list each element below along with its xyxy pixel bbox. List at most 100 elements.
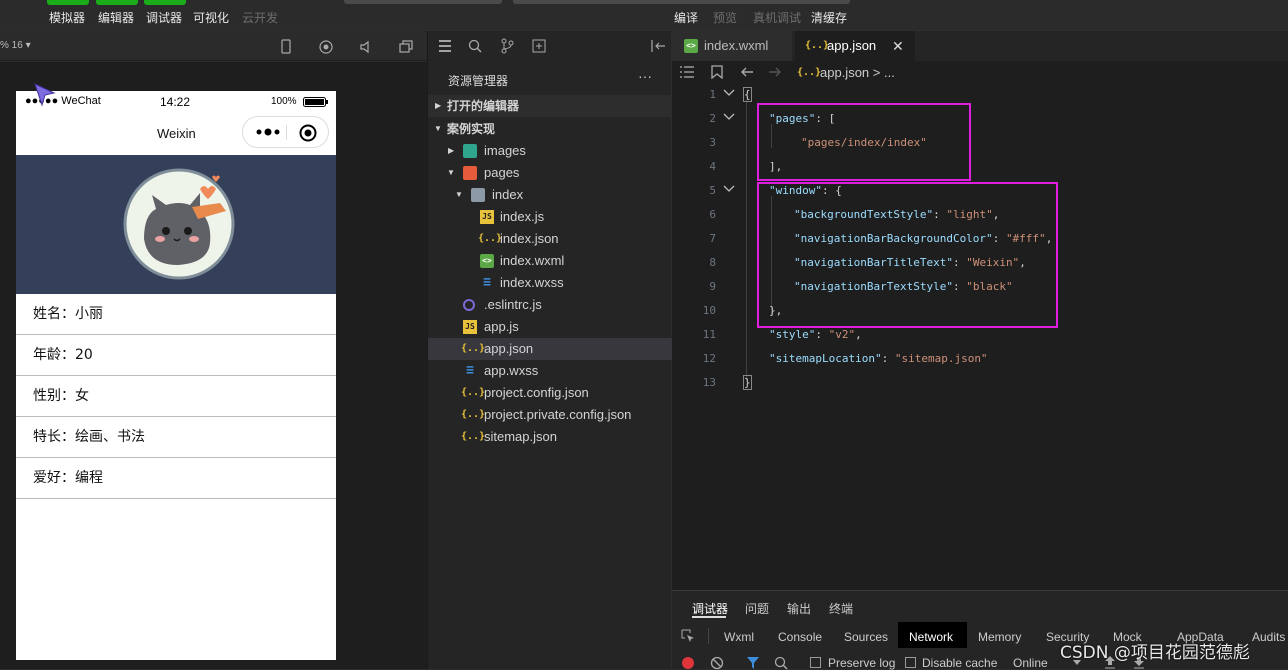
close-target-icon[interactable] [298,123,318,143]
tree-item-eslintrc[interactable]: .eslintrc.js [428,294,672,316]
tab-memory[interactable]: Memory [978,630,1021,644]
preview-button[interactable]: 预览 [713,9,737,26]
tree-item-project-config[interactable]: {..} project.config.json [428,382,672,404]
search-icon[interactable] [468,39,482,53]
line-number: 2 [709,112,716,125]
tree-item-label: pages [484,165,520,180]
open-editors-section[interactable]: ▶ 打开的编辑器 [428,95,672,117]
tree-item-index-js[interactable]: JS index.js [428,206,672,228]
code-editor[interactable]: 1 2 3 4 5 6 7 8 9 10 11 12 13 { "pages":… [672,84,1288,590]
source-control-icon[interactable] [500,38,514,54]
info-row-name: 姓名：小丽 [16,294,336,335]
tree-item-index-json[interactable]: {..} index.json [428,228,672,250]
tree-item-label: index [492,187,524,202]
fold-chevron-icon[interactable] [723,184,735,194]
fold-chevron-icon[interactable] [723,88,735,98]
visualize-button[interactable]: 可视化 [193,9,229,26]
phone-screen: ●●●●● WeChat 14:22 100% Weixin 姓名：小丽 年龄：… [16,83,336,660]
simulator-toolbar: % 16 ▾ [0,31,427,61]
active-tab-indicator [692,616,726,618]
explorer-more-button[interactable]: ··· [638,68,652,84]
tab-sources[interactable]: Sources [844,630,888,644]
tree-item-app-js[interactable]: JS app.js [428,316,672,338]
simulator-button[interactable]: 模拟器 [49,9,85,26]
breadcrumb[interactable]: app.json > ... [820,65,895,80]
tab-network[interactable]: Network [909,630,953,644]
tree-item-index-wxss[interactable]: ≡ index.wxss [428,272,672,294]
folder-icon [471,188,485,202]
volume-icon[interactable] [358,39,374,55]
line-number: 8 [709,256,716,269]
debugger-button[interactable]: 调试器 [146,9,182,26]
tree-item-index-wxml[interactable]: <> index.wxml [428,250,672,272]
tree-item-project-private-config[interactable]: {..} project.private.config.json [428,404,672,426]
json-file-icon: {..} [461,409,486,420]
tab-console[interactable]: Console [778,630,822,644]
project-section[interactable]: ▼ 案例实现 [428,118,672,140]
bookmark-icon[interactable] [711,65,723,79]
code-line-13: } [743,375,752,390]
inspect-element-icon[interactable] [681,629,695,643]
explorer-title: 资源管理器 [448,74,509,88]
filter-icon[interactable] [746,656,760,670]
tree-item-pages[interactable]: ▼ pages [428,162,672,184]
line-number: 11 [702,328,716,341]
eslint-file-icon [463,299,475,311]
tree-item-images[interactable]: ▶ images [428,140,672,162]
tab-app-json[interactable]: {..} app.json ✕ [795,31,915,61]
zoom-select[interactable]: % 16 ▾ [0,40,31,51]
preserve-log-label: Preserve log [828,656,896,670]
expanded-arrow-icon: ▼ [434,124,442,133]
forward-arrow-icon[interactable] [768,66,782,78]
real-debug-button[interactable]: 真机调试 [753,9,801,26]
tree-item-app-json[interactable]: {..} app.json [428,338,672,360]
json-file-icon: {..} [797,67,822,78]
info-row-skill: 特长：绘画、书法 [16,417,336,458]
window-icon[interactable] [398,39,414,55]
phone-icon[interactable] [279,39,293,55]
tab-wxml[interactable]: Wxml [724,630,754,644]
clear-cache-button[interactable]: 清缓存 [811,9,847,26]
disable-cache-checkbox[interactable] [905,657,916,668]
list-icon[interactable] [438,39,452,53]
collapse-panel-icon[interactable] [650,39,666,53]
line-number: 5 [709,184,716,197]
expanded-arrow-icon: ▼ [455,190,463,199]
tree-item-index-folder[interactable]: ▼ index [428,184,672,206]
highlight-box-pages [757,103,971,181]
tab-index-wxml[interactable]: <> index.wxml [672,31,792,61]
info-row-age: 年龄：20 [16,335,336,376]
tree-item-sitemap[interactable]: {..} sitemap.json [428,426,672,448]
compile-button[interactable]: 编译 [674,9,698,26]
tab-problems[interactable]: 问题 [745,600,769,617]
close-icon[interactable]: ✕ [892,31,904,61]
tab-label: app.json [827,38,877,53]
tab-output[interactable]: 输出 [787,600,811,617]
more-dots-icon[interactable] [255,126,281,138]
throttling-select[interactable]: Online [1013,656,1048,670]
info-row-hobby: 爱好：编程 [16,458,336,499]
capsule-button[interactable] [242,116,329,148]
fold-chevron-icon[interactable] [723,112,735,122]
extensions-icon[interactable] [532,39,546,53]
tab-audits[interactable]: Audits [1252,630,1285,644]
indent-guide [746,100,747,380]
editor-toggle-bar [96,0,138,5]
record-stop-icon[interactable] [681,656,695,670]
outline-list-icon[interactable] [680,66,694,78]
preserve-log-checkbox[interactable] [810,657,821,668]
editor-button[interactable]: 编辑器 [98,9,134,26]
search-icon[interactable] [774,656,788,670]
cloud-button[interactable]: 云开发 [242,9,278,26]
record-icon[interactable] [318,39,334,55]
line-number: 10 [702,304,716,317]
nav-title: Weixin [157,126,196,141]
tree-item-label: index.wxml [500,253,565,268]
tree-item-app-wxss[interactable]: ≡ app.wxss [428,360,672,382]
clear-icon[interactable] [710,656,724,670]
back-arrow-icon[interactable] [740,66,754,78]
tab-terminal[interactable]: 终端 [829,600,853,617]
json-file-icon: {..} [478,233,503,244]
tab-debugger[interactable]: 调试器 [692,600,728,617]
cat-avatar-image [123,168,235,280]
